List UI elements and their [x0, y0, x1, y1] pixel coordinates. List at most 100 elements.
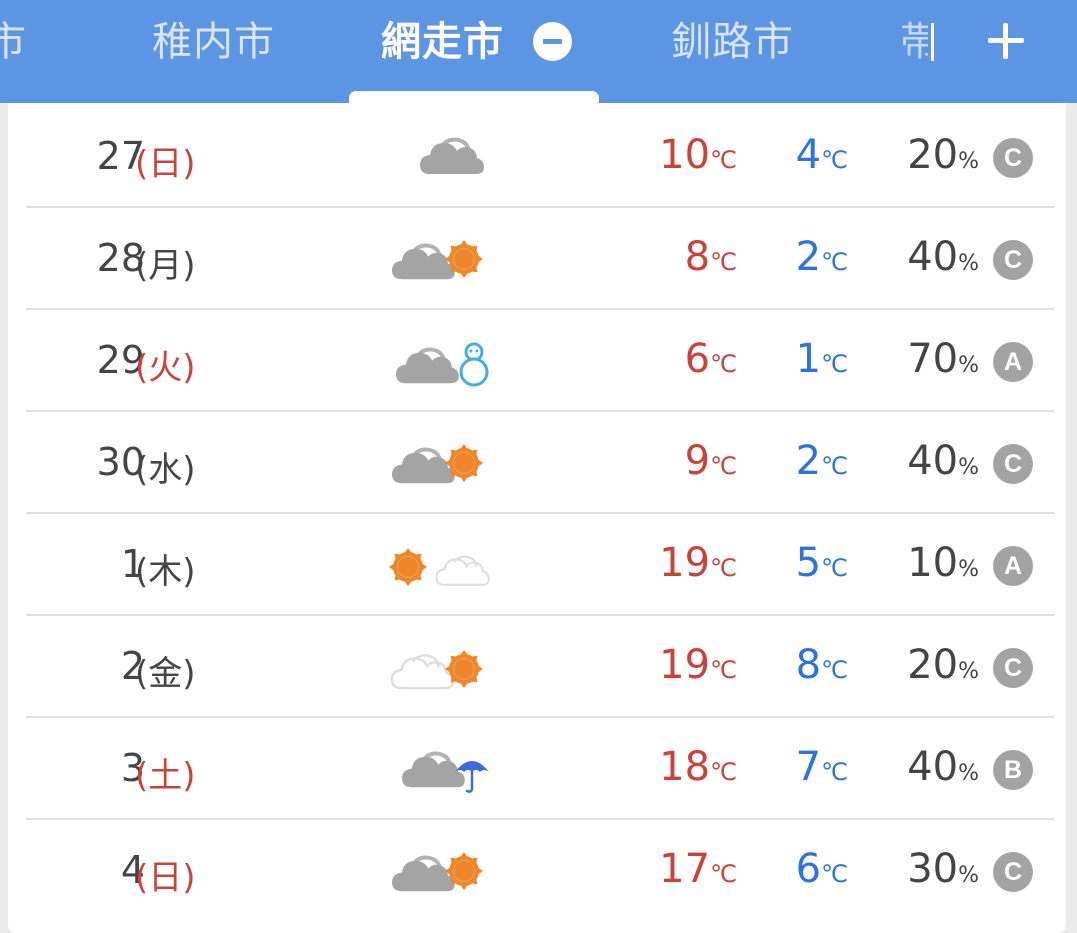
low-temperature: 2℃ [796, 438, 848, 484]
reliability-badge: B [993, 750, 1033, 790]
precipitation-probability: 20% [907, 642, 979, 688]
forecast-row[interactable]: 27 (日) 10℃ 4℃ 20% C [26, 106, 1055, 208]
add-city-icon[interactable] [983, 18, 1029, 64]
celsius-unit: ℃ [710, 248, 737, 276]
cloudy-then-sunny-icon [380, 224, 492, 294]
high-temp-value: 6 [684, 336, 711, 382]
percent-unit: % [958, 659, 979, 684]
celsius-unit: ℃ [710, 758, 737, 786]
high-temp-value: 8 [684, 234, 711, 280]
percent-unit: % [958, 251, 979, 276]
cloudy-then-snow-icon [380, 326, 492, 396]
celsius-unit: ℃ [821, 656, 848, 684]
tab-abashiri[interactable]: 網走市 [381, 16, 504, 68]
forecast-weekday: (土) [135, 756, 196, 796]
high-temperature: 10℃ [659, 132, 737, 178]
celsius-unit: ℃ [821, 248, 848, 276]
forecast-row[interactable]: 4 (日) 17℃ 6℃ 30% C [26, 820, 1055, 922]
low-temp-value: 2 [795, 438, 822, 484]
forecast-row[interactable]: 1 (木) 19℃ 5℃ 10% A [26, 514, 1055, 616]
percent-unit: % [958, 863, 979, 888]
percent-unit: % [958, 761, 979, 786]
pop-value: 40 [907, 744, 959, 790]
high-temp-value: 10 [659, 132, 711, 178]
high-temp-value: 9 [684, 438, 711, 484]
precipitation-probability: 40% [907, 744, 979, 790]
high-temp-value: 17 [659, 846, 711, 892]
cloudy-then-sunny-light-icon [380, 632, 492, 702]
forecast-row[interactable]: 2 (金) 19℃ 8℃ 20% C [26, 616, 1055, 718]
celsius-unit: ℃ [821, 146, 848, 174]
tab-kushiro[interactable]: 釧路市 [671, 16, 794, 68]
cloudy-then-sunny-icon [380, 428, 492, 498]
pop-value: 70 [907, 336, 959, 382]
high-temperature: 9℃ [685, 438, 737, 484]
weekly-forecast-list: 27 (日) 10℃ 4℃ 20% C 28 (月) 8℃ 2℃ 40% C 2… [8, 103, 1066, 933]
low-temp-value: 6 [795, 846, 822, 892]
high-temperature: 8℃ [685, 234, 737, 280]
forecast-weekday: (水) [135, 450, 196, 490]
precipitation-probability: 40% [907, 234, 979, 280]
high-temp-value: 19 [659, 642, 711, 688]
remove-city-icon[interactable] [533, 22, 572, 61]
celsius-unit: ℃ [821, 554, 848, 582]
low-temperature: 1℃ [796, 336, 848, 382]
forecast-weekday: (火) [135, 348, 196, 388]
active-tab-indicator [349, 91, 599, 103]
cloudy-icon [380, 122, 492, 192]
pop-value: 30 [907, 846, 959, 892]
low-temperature: 7℃ [796, 744, 848, 790]
low-temperature: 2℃ [796, 234, 848, 280]
precipitation-probability: 40% [907, 438, 979, 484]
tab-previous-city-partial[interactable]: 市 [0, 16, 27, 68]
tab-wakkanai[interactable]: 稚内市 [152, 16, 275, 68]
low-temp-value: 4 [795, 132, 822, 178]
forecast-row[interactable]: 30 (水) 9℃ 2℃ 40% C [26, 412, 1055, 514]
high-temp-value: 18 [659, 744, 711, 790]
precipitation-probability: 20% [907, 132, 979, 178]
reliability-badge: C [993, 240, 1033, 280]
percent-unit: % [958, 353, 979, 378]
precipitation-probability: 70% [907, 336, 979, 382]
percent-unit: % [958, 455, 979, 480]
celsius-unit: ℃ [821, 452, 848, 480]
pop-value: 20 [907, 132, 959, 178]
reliability-badge: C [993, 138, 1033, 178]
reliability-badge: A [993, 546, 1033, 586]
forecast-row[interactable]: 29 (火) 6℃ 1℃ 70% A [26, 310, 1055, 412]
percent-unit: % [958, 149, 979, 174]
reliability-badge: C [993, 444, 1033, 484]
forecast-weekday: (日) [135, 858, 196, 898]
celsius-unit: ℃ [710, 146, 737, 174]
celsius-unit: ℃ [821, 758, 848, 786]
celsius-unit: ℃ [710, 554, 737, 582]
forecast-row[interactable]: 2 8 (月) 8℃ 2℃ 40% C [26, 208, 1055, 310]
high-temperature: 6℃ [685, 336, 737, 382]
tab-next-city-partial[interactable]: 帯 [900, 16, 928, 68]
pop-value: 40 [907, 234, 959, 280]
forecast-row[interactable]: 3 (土) 18℃ 7℃ 40% B [26, 718, 1055, 820]
celsius-unit: ℃ [710, 350, 737, 378]
forecast-weekday: (月) [135, 246, 196, 286]
forecast-weekday: (金) [135, 654, 196, 694]
celsius-unit: ℃ [821, 860, 848, 888]
low-temp-value: 8 [795, 642, 822, 688]
high-temperature: 19℃ [659, 642, 737, 688]
cloudy-then-sunny-icon [380, 836, 492, 906]
forecast-weekday: (木) [135, 552, 196, 592]
celsius-unit: ℃ [821, 350, 848, 378]
cloudy-then-rain-icon [380, 734, 492, 804]
reliability-badge: C [993, 852, 1033, 892]
low-temp-value: 2 [795, 234, 822, 280]
forecast-weekday: (日) [135, 144, 196, 184]
tab-scroll-edge [931, 23, 934, 61]
precipitation-probability: 30% [907, 846, 979, 892]
low-temperature: 8℃ [796, 642, 848, 688]
precipitation-probability: 10% [907, 540, 979, 586]
celsius-unit: ℃ [710, 860, 737, 888]
high-temperature: 18℃ [659, 744, 737, 790]
sunny-then-cloudy-icon [380, 530, 492, 600]
low-temperature: 5℃ [796, 540, 848, 586]
low-temperature: 6℃ [796, 846, 848, 892]
high-temperature: 17℃ [659, 846, 737, 892]
